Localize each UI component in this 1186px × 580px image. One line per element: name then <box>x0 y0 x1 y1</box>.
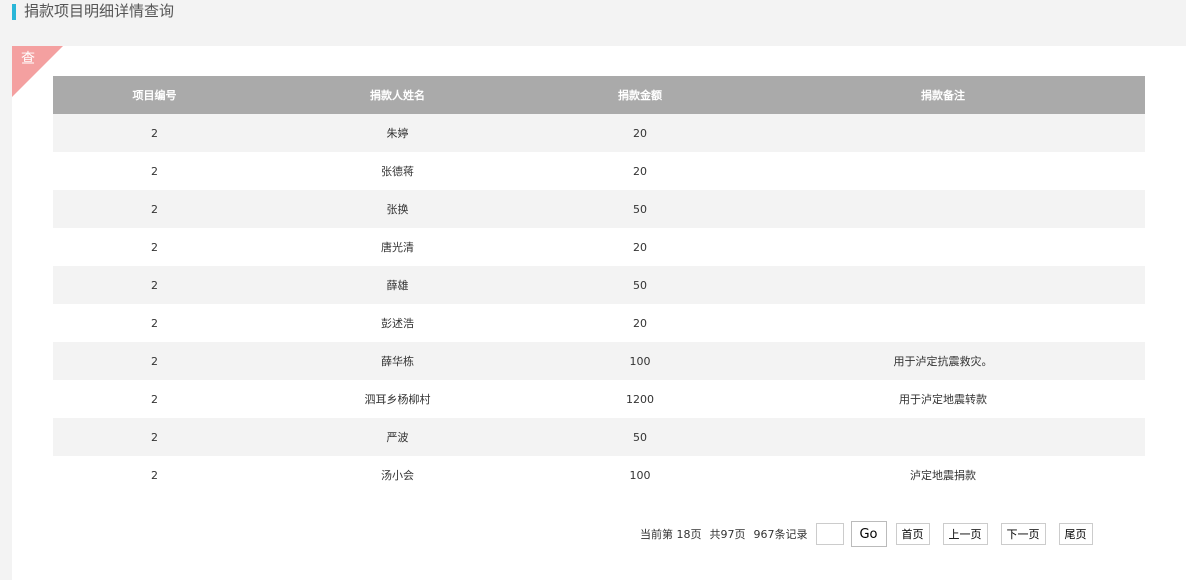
results-panel: 查 项目编号 捐款人姓名 捐款金额 捐款备注 2 朱婷 20 2 张德蒋 20 … <box>12 46 1186 580</box>
next-page-button[interactable]: 下一页 <box>1000 523 1046 545</box>
table-row: 2 张换 50 <box>53 190 1145 228</box>
cell-donor-name: 张德蒋 <box>256 152 539 190</box>
cell-project-id: 2 <box>53 456 256 494</box>
total-pages-text: 共97页 <box>709 528 746 541</box>
column-header-amount: 捐款金额 <box>539 76 741 114</box>
cell-amount: 20 <box>539 304 741 342</box>
donation-table: 项目编号 捐款人姓名 捐款金额 捐款备注 2 朱婷 20 2 张德蒋 20 2 … <box>53 76 1145 494</box>
first-page-button[interactable]: 首页 <box>895 523 930 545</box>
total-records-text: 967条记录 <box>753 528 808 541</box>
last-page-button[interactable]: 尾页 <box>1058 523 1093 545</box>
table-row: 2 薛华栋 100 用于泸定抗震救灾。 <box>53 342 1145 380</box>
cell-project-id: 2 <box>53 342 256 380</box>
cell-donor-name: 唐光清 <box>256 228 539 266</box>
column-header-remark: 捐款备注 <box>741 76 1145 114</box>
title-accent-bar <box>12 4 16 20</box>
table-row: 2 唐光清 20 <box>53 228 1145 266</box>
page-number-input[interactable] <box>815 523 844 545</box>
table-row: 2 朱婷 20 <box>53 114 1145 152</box>
cell-project-id: 2 <box>53 228 256 266</box>
cell-amount: 20 <box>539 114 741 152</box>
cell-remark: 用于泸定抗震救灾。 <box>741 342 1145 380</box>
cell-donor-name: 汤小会 <box>256 456 539 494</box>
cell-amount: 20 <box>539 152 741 190</box>
title-bar: 捐款项目明细详情查询 <box>0 0 1186 46</box>
table-row: 2 严波 50 <box>53 418 1145 456</box>
table-row: 2 薛雄 50 <box>53 266 1145 304</box>
prev-page-button[interactable]: 上一页 <box>942 523 988 545</box>
current-page-text: 当前第 18页 <box>640 528 702 541</box>
cell-donor-name: 彭述浩 <box>256 304 539 342</box>
go-button[interactable]: Go <box>850 521 887 547</box>
table-row: 2 汤小会 100 泸定地震捐款 <box>53 456 1145 494</box>
cell-remark <box>741 152 1145 190</box>
cell-project-id: 2 <box>53 266 256 304</box>
table-header-row: 项目编号 捐款人姓名 捐款金额 捐款备注 <box>53 76 1145 114</box>
table-row: 2 泗耳乡杨柳村 1200 用于泸定地震转款 <box>53 380 1145 418</box>
cell-remark <box>741 190 1145 228</box>
cell-donor-name: 泗耳乡杨柳村 <box>256 380 539 418</box>
cell-project-id: 2 <box>53 114 256 152</box>
cell-amount: 50 <box>539 266 741 304</box>
cell-remark <box>741 114 1145 152</box>
cell-amount: 1200 <box>539 380 741 418</box>
cell-remark: 泸定地震捐款 <box>741 456 1145 494</box>
cell-amount: 50 <box>539 190 741 228</box>
corner-ribbon-label: 查 <box>21 51 35 67</box>
cell-remark <box>741 304 1145 342</box>
column-header-project-id: 项目编号 <box>53 76 256 114</box>
cell-project-id: 2 <box>53 304 256 342</box>
cell-project-id: 2 <box>53 380 256 418</box>
pagination: 当前第 18页 共97页 967条记录 Go 首页 上一页 下一页 尾页 <box>640 521 1106 547</box>
cell-project-id: 2 <box>53 152 256 190</box>
cell-donor-name: 薛华栋 <box>256 342 539 380</box>
cell-amount: 100 <box>539 342 741 380</box>
cell-amount: 20 <box>539 228 741 266</box>
cell-donor-name: 朱婷 <box>256 114 539 152</box>
table-row: 2 彭述浩 20 <box>53 304 1145 342</box>
cell-remark <box>741 418 1145 456</box>
cell-project-id: 2 <box>53 418 256 456</box>
cell-donor-name: 薛雄 <box>256 266 539 304</box>
cell-project-id: 2 <box>53 190 256 228</box>
cell-donor-name: 张换 <box>256 190 539 228</box>
table-row: 2 张德蒋 20 <box>53 152 1145 190</box>
cell-donor-name: 严波 <box>256 418 539 456</box>
cell-remark <box>741 266 1145 304</box>
page-title: 捐款项目明细详情查询 <box>24 2 175 20</box>
cell-remark <box>741 228 1145 266</box>
column-header-donor-name: 捐款人姓名 <box>256 76 539 114</box>
cell-amount: 50 <box>539 418 741 456</box>
cell-amount: 100 <box>539 456 741 494</box>
cell-remark: 用于泸定地震转款 <box>741 380 1145 418</box>
